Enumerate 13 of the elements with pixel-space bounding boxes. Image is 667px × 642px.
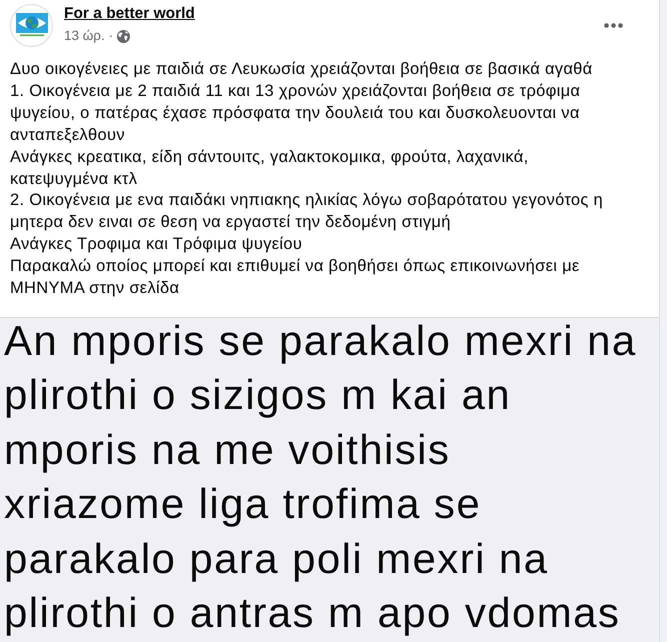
more-options-icon[interactable] [604,23,623,28]
eye-logo-icon[interactable] [10,4,53,47]
post-paragraph: 2. Οικογένεια με ενα παιδάκι νηπιακης ηλικίας λόγω σοβαρότατου γεγονότος η μητερα δεν ειναι σε θεση να εργαστεί την δεδομένη στιγμή [10,190,604,234]
page-name-link[interactable]: For a better world [64,4,195,24]
post-paragraph: Δυο οικογένειες με παιδιά σε Λευκωσία χρειάζονται βοήθεια σε βασικά αγαθά [10,59,594,80]
post-time[interactable]: 13 ώρ. [64,28,105,44]
post-paragraph: 1. Οικογένεια με 2 παιδιά 11 και 13 χρονών χρειάζονται βοήθεια σε τρόφιμα ψυγείου, ο πατέρας έχασε πρόσφατα την δουλειά του και δυσκολευονται να ανταπεξελθουν [10,80,582,146]
post-paragraph: Ανάγκες κρεατικα, είδη σάντουιτς, γαλακτοκομικα, φρούτα, λαχανικά, κατεψυγμένα κτλ [10,146,530,190]
separator-dot: · [108,28,114,44]
globe-icon [117,30,130,43]
post-paragraph: Παρακαλώ οποίος μπορεί και επιθυμεί να βοηθήσει όπως επικοινωνήσει με ΜΗΝΥΜΑ στην σελίδα [10,256,581,300]
message-text: An mporis se parakalo mexri na plirothi o sizigos m kai an mporis na me voithisis xriazome liga trofima se parakalo para poli mexri na plirothi o antras m apo vdomas [3,318,638,638]
post-paragraph: Ανάγκες Τροφιμα και Τρόφιμα ψυγείου [10,234,304,256]
